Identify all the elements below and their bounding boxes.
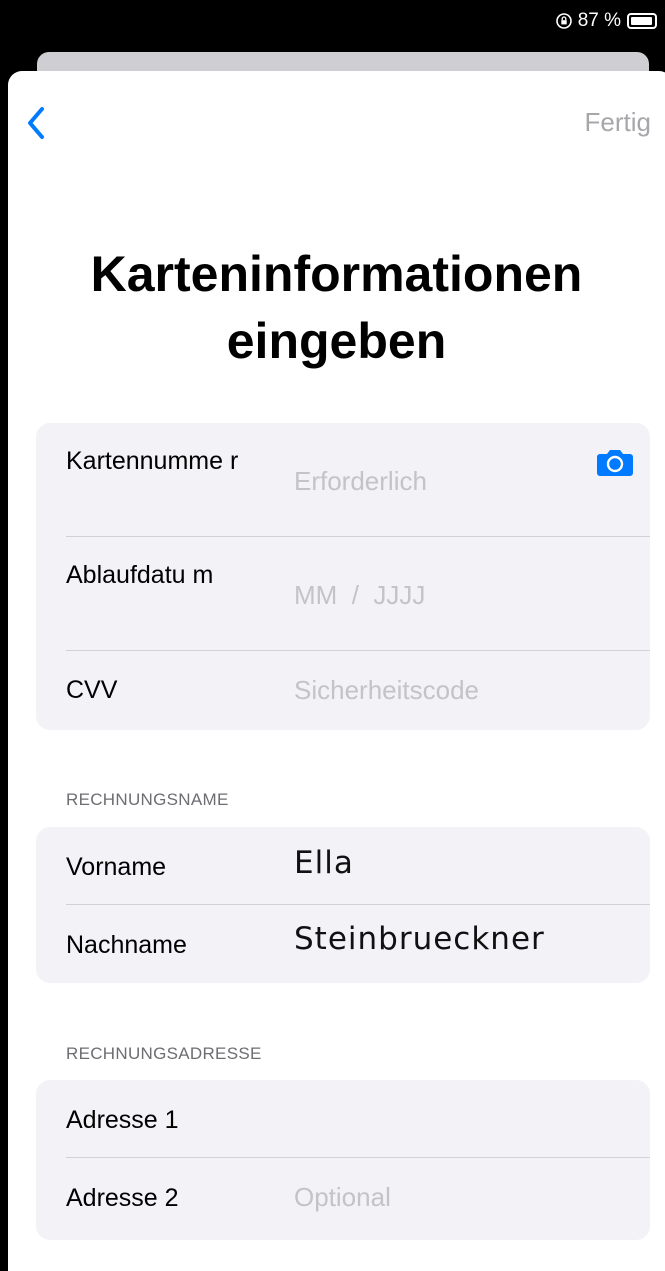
cvv-input[interactable]: Sicherheitscode [294, 675, 479, 706]
expiry-label: Ablaufdatu m [66, 561, 214, 589]
chevron-left-icon[interactable] [24, 105, 48, 141]
status-bar: 87 % [0, 0, 665, 52]
expiry-row[interactable]: Ablaufdatu m MM / JJJJ [36, 537, 650, 651]
battery-percentage: 87 % [577, 10, 621, 31]
card-number-label: Kartennumme r [66, 447, 239, 475]
first-name-row[interactable]: Vorname Ella [36, 827, 650, 905]
cvv-row[interactable]: CVV Sicherheitscode [36, 651, 650, 730]
battery-icon [627, 13, 657, 29]
billing-name-group: Vorname Ella Nachname Steinbrueckner [36, 827, 650, 983]
card-number-row[interactable]: Kartennumme r Erforderlich [36, 423, 650, 537]
first-name-label: Vorname [66, 853, 167, 881]
billing-address-header: RECHNUNGSADRESSE [66, 1044, 262, 1063]
address2-input[interactable]: Optional [294, 1182, 391, 1213]
last-name-row[interactable]: Nachname Steinbrueckner [36, 905, 650, 983]
card-number-input[interactable]: Erforderlich [294, 466, 427, 497]
billing-address-group: Adresse 1 Adresse 2 Optional [36, 1080, 650, 1240]
last-name-label: Nachname [66, 931, 187, 959]
first-name-input[interactable]: Ella [294, 845, 354, 881]
cvv-label: CVV [66, 676, 118, 704]
address1-label: Adresse 1 [66, 1106, 179, 1134]
done-button[interactable]: Fertig [585, 107, 651, 138]
status-indicators: 87 % [555, 10, 657, 32]
card-info-group: Kartennumme r Erforderlich Ablaufdatu m … [36, 423, 650, 730]
page-title: Karteninformationen eingeben [90, 246, 583, 369]
address1-row[interactable]: Adresse 1 [36, 1080, 650, 1158]
card-entry-sheet: Fertig Karteninformationen eingeben Kart… [8, 71, 665, 1271]
last-name-input[interactable]: Steinbrueckner [294, 921, 545, 957]
address2-label: Adresse 2 [66, 1184, 179, 1212]
expiry-input[interactable]: MM / JJJJ [294, 580, 425, 611]
orientation-lock-icon [555, 13, 572, 29]
camera-icon[interactable] [596, 447, 634, 477]
address2-row[interactable]: Adresse 2 Optional [36, 1158, 650, 1236]
billing-name-header: RECHNUNGSNAME [66, 790, 229, 809]
